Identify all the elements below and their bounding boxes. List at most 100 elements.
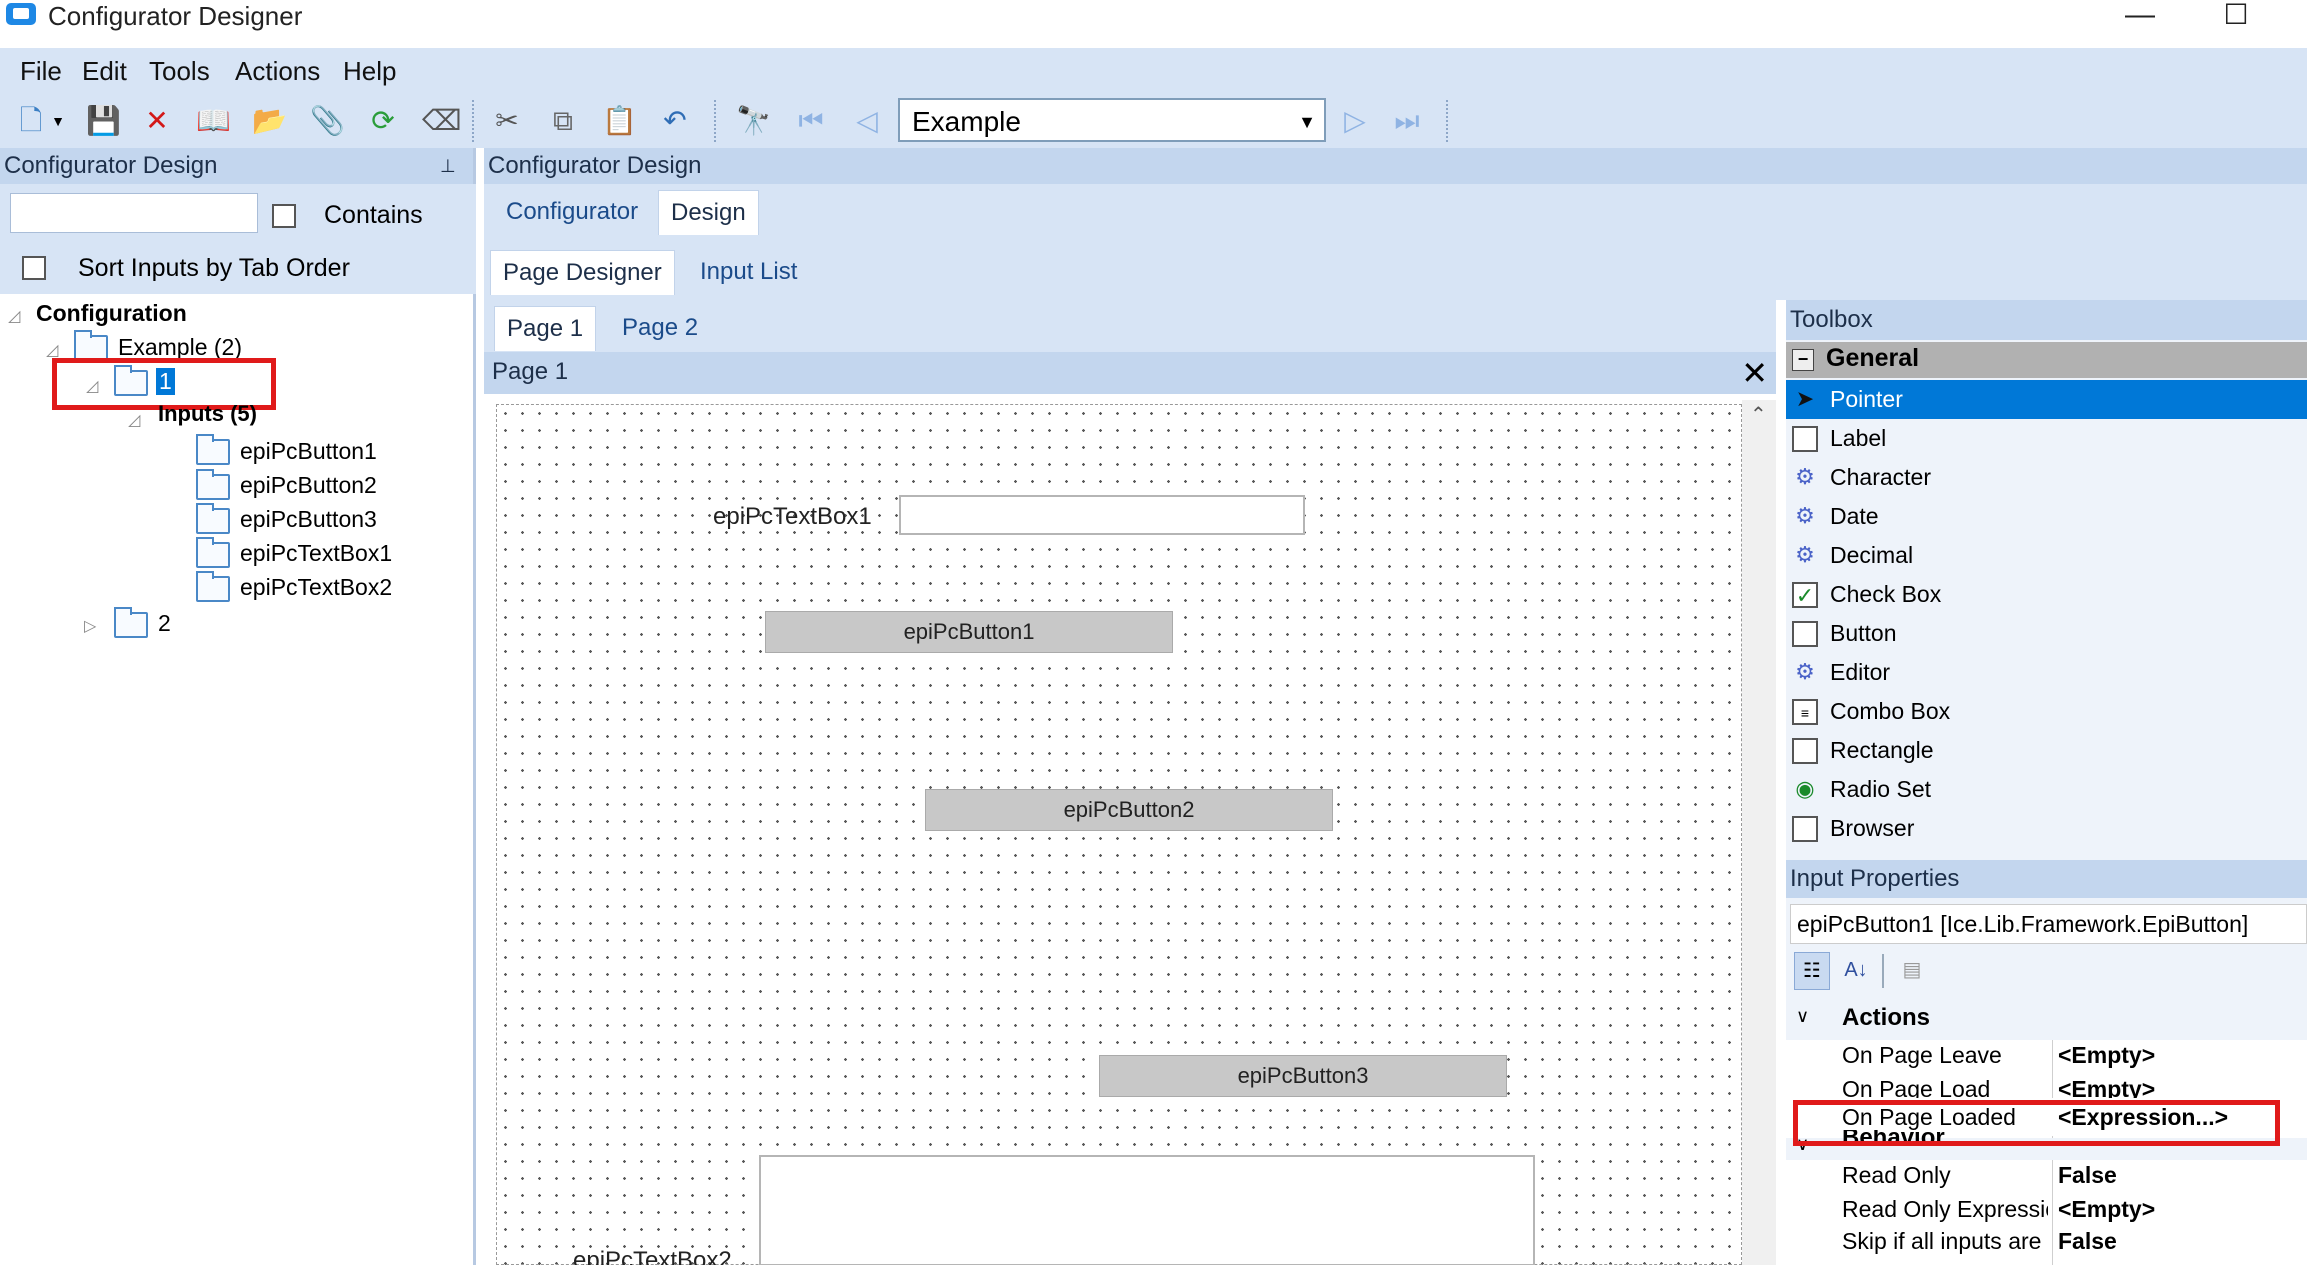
save-icon[interactable]: 💾 <box>86 104 121 138</box>
undo-icon[interactable]: ↶ <box>658 104 692 138</box>
record-combo[interactable]: Example ▼ <box>898 98 1326 142</box>
tree-item[interactable]: epiPcButton1 <box>240 438 377 465</box>
chevron-down-icon[interactable]: ∨ <box>1796 1006 1809 1027</box>
tree-item[interactable]: epiPcTextBox2 <box>240 574 392 601</box>
tab-configurator[interactable]: Configurator <box>494 190 650 234</box>
menu-bar: File Edit Tools Actions Help <box>0 48 2307 92</box>
collapse-icon[interactable]: ◿ <box>46 340 58 360</box>
expand-icon[interactable]: ▷ <box>84 616 96 636</box>
tool-label-item[interactable]: Label <box>1786 419 2307 458</box>
textbox2-field[interactable] <box>759 1155 1535 1265</box>
tree-item[interactable]: epiPcButton2 <box>240 472 377 499</box>
menu-actions[interactable]: Actions <box>235 56 320 87</box>
toolbar-separator <box>714 100 717 142</box>
designer-button-2[interactable]: epiPcButton2 <box>925 789 1333 831</box>
collapse-icon[interactable]: ◿ <box>86 376 98 396</box>
menu-edit[interactable]: Edit <box>82 56 127 87</box>
cut-icon[interactable]: ✂ <box>490 104 524 138</box>
tree-node-inputs[interactable]: Inputs (5) <box>158 401 257 427</box>
tree-node-1[interactable]: 1 <box>156 368 175 395</box>
categorized-icon[interactable]: ☷ <box>1794 952 1830 990</box>
property-name: Read Only <box>1842 1162 1951 1188</box>
tree-node-example[interactable]: Example (2) <box>118 334 242 361</box>
scroll-up-icon[interactable]: ⌃ <box>1750 402 1767 427</box>
designer-button-3[interactable]: epiPcButton3 <box>1099 1055 1507 1097</box>
previous-record-icon[interactable]: ◁ <box>850 104 884 138</box>
pointer-icon: ➤ <box>1795 386 1815 411</box>
first-record-icon[interactable]: ⏮ <box>794 104 828 138</box>
design-canvas[interactable]: epiPcTextBox1 epiPcButton1 epiPcButton2 … <box>496 404 1742 1265</box>
open-folder-icon[interactable]: 📂 <box>252 104 287 138</box>
paste-icon[interactable]: 📋 <box>602 104 637 138</box>
tool-button[interactable]: Button <box>1786 614 2307 653</box>
tool-browser[interactable]: Browser <box>1786 809 2307 848</box>
property-value[interactable]: False <box>2058 1162 2117 1189</box>
collapse-icon[interactable]: − <box>1792 349 1814 371</box>
tool-editor[interactable]: ⚙ Editor <box>1786 653 2307 692</box>
tool-date[interactable]: ⚙ Date <box>1786 497 2307 536</box>
tool-rectangle[interactable]: Rectangle <box>1786 731 2307 770</box>
pin-icon[interactable]: ⊥ <box>440 148 456 184</box>
refresh-icon[interactable]: ⟳ <box>366 104 400 138</box>
tree-item[interactable]: epiPcButton3 <box>240 506 377 533</box>
contains-checkbox[interactable] <box>272 204 296 228</box>
left-panel-header: Configurator Design ⊥ <box>0 148 473 184</box>
maximize-button[interactable]: ☐ <box>2206 0 2266 32</box>
property-pages-icon[interactable]: ▤ <box>1894 952 1930 990</box>
property-value[interactable]: False <box>2058 1228 2117 1255</box>
tool-combo-box[interactable]: ≡ Combo Box <box>1786 692 2307 731</box>
attachment-icon[interactable]: 📎 <box>310 104 345 138</box>
sort-alpha-icon[interactable]: A↓ <box>1838 952 1874 990</box>
minimize-button[interactable]: — <box>2110 0 2170 32</box>
tab-input-list[interactable]: Input List <box>688 250 809 294</box>
collapse-icon[interactable]: ◿ <box>128 410 140 430</box>
chevron-down-icon[interactable]: ▼ <box>1298 112 1316 133</box>
search-input[interactable] <box>10 193 258 233</box>
designer-button-1[interactable]: epiPcButton1 <box>765 611 1173 653</box>
textbox1-field[interactable] <box>899 495 1305 535</box>
tool-pointer[interactable]: ➤ Pointer <box>1786 380 2307 419</box>
main-header: Configurator Design <box>484 148 2307 184</box>
tree-root[interactable]: Configuration <box>36 300 187 327</box>
gear-icon: ⚙ <box>1795 659 1815 684</box>
tree-item[interactable]: epiPcTextBox1 <box>240 540 392 567</box>
browser-icon <box>1792 816 1818 842</box>
find-icon[interactable]: 🔭 <box>736 104 771 138</box>
tool-decimal[interactable]: ⚙ Decimal <box>1786 536 2307 575</box>
next-record-icon[interactable]: ▷ <box>1338 104 1372 138</box>
properties-object-selector[interactable]: epiPcButton1 [Ice.Lib.Framework.EpiButto… <box>1790 904 2307 944</box>
menu-help[interactable]: Help <box>343 56 396 87</box>
sort-inputs-checkbox[interactable] <box>22 256 46 280</box>
new-dropdown-icon[interactable]: ▼ <box>48 104 68 138</box>
collapse-icon[interactable]: ◿ <box>8 306 20 326</box>
toolbar: 🗋 ▼ 💾 ✕ 📖 📂 📎 ⟳ ⌫ ✂ ⧉ 📋 ↶ 🔭 ⏮ ◁ Example … <box>0 92 2307 148</box>
canvas-scrollbar[interactable]: ⌃ <box>1742 400 1776 1265</box>
last-record-icon[interactable]: ⏭ <box>1390 104 1424 138</box>
eraser-icon[interactable]: ⌫ <box>422 104 462 138</box>
tab-page-1[interactable]: Page 1 <box>494 306 597 351</box>
tab-page-2[interactable]: Page 2 <box>610 306 710 350</box>
copy-icon[interactable]: ⧉ <box>546 104 580 138</box>
tool-label: Button <box>1830 620 1897 646</box>
tab-page-designer[interactable]: Page Designer <box>490 250 675 295</box>
tool-check-box[interactable]: ✓ Check Box <box>1786 575 2307 614</box>
tree-node-2[interactable]: 2 <box>158 610 171 637</box>
property-value[interactable]: <Empty> <box>2058 1196 2155 1223</box>
menu-file[interactable]: File <box>20 56 62 87</box>
gear-icon: ⚙ <box>1795 503 1815 528</box>
tool-label: Decimal <box>1830 542 1914 568</box>
toolbox-group-label: General <box>1826 344 1920 372</box>
tool-label: Browser <box>1830 815 1915 841</box>
tool-label: Pointer <box>1830 386 1903 412</box>
property-value[interactable]: <Empty> <box>2058 1042 2155 1069</box>
tab-design[interactable]: Design <box>658 190 759 235</box>
toolbox-group[interactable]: − General <box>1786 342 2307 378</box>
book-icon[interactable]: 📖 <box>196 104 231 138</box>
close-icon[interactable]: ✕ <box>1741 354 1768 392</box>
gear-icon: ⚙ <box>1795 542 1815 567</box>
new-icon[interactable]: 🗋 <box>14 104 48 138</box>
tool-radio-set[interactable]: ◉ Radio Set <box>1786 770 2307 809</box>
tool-character[interactable]: ⚙ Character <box>1786 458 2307 497</box>
menu-tools[interactable]: Tools <box>149 56 210 87</box>
delete-icon[interactable]: ✕ <box>140 104 174 138</box>
